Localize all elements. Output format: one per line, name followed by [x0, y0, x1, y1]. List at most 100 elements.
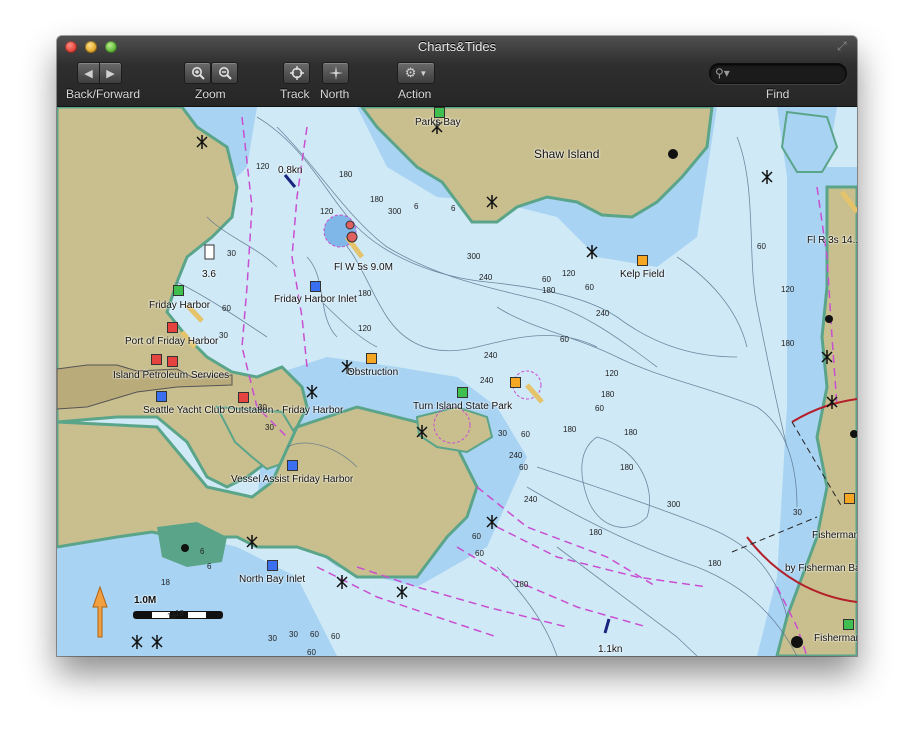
- zoom-out-icon: [218, 67, 232, 80]
- depth-sounding: 60: [472, 532, 481, 541]
- search-icon: ⚲▾: [715, 66, 730, 80]
- find-label: Find: [766, 87, 790, 101]
- label-friday-harbor: Friday Harbor: [149, 300, 211, 311]
- poi-marker-fuel[interactable]: [167, 356, 178, 367]
- scale-label: 1.0M: [134, 595, 157, 606]
- depth-sounding: 30: [219, 331, 228, 340]
- depth-sounding: 180: [620, 463, 634, 472]
- depth-sounding: 120: [562, 269, 576, 278]
- depth-sounding: 180: [370, 195, 384, 204]
- depth-sounding: 180: [542, 286, 556, 295]
- crosshair-icon: [289, 66, 304, 80]
- label-fisherman-2: Fisherman: [814, 633, 857, 644]
- depth-sounding: 180: [563, 425, 577, 434]
- poi-marker-fisherman[interactable]: [844, 493, 855, 504]
- poi-marker-orange-turn[interactable]: [510, 377, 521, 388]
- fullscreen-icon[interactable]: ⤢: [837, 39, 851, 53]
- chevron-down-icon: ▼: [419, 68, 428, 78]
- action-button[interactable]: ⚙ ▼: [397, 62, 435, 84]
- back-button[interactable]: ◀: [77, 62, 100, 84]
- depth-sounding: 30: [498, 429, 507, 438]
- depth-sounding: 300: [667, 500, 681, 509]
- depth-sounding: 6: [207, 562, 212, 571]
- depth-sounding: 300: [388, 207, 402, 216]
- depth-sounding: 60: [585, 283, 594, 292]
- depth-sounding: 180: [589, 528, 603, 537]
- label-parks-bay: Parks Bay: [415, 117, 461, 128]
- poi-marker-north-bay-inlet[interactable]: [267, 560, 278, 571]
- depth-sounding: 240: [509, 451, 523, 460]
- depth-sounding: 6: [414, 202, 419, 211]
- chart-canvas: [57, 107, 857, 656]
- depth-sounding: 60: [519, 463, 528, 472]
- depth-sounding: 6: [451, 204, 456, 213]
- label-current-1-1kn: 1.1kn: [598, 644, 623, 655]
- depth-sounding: 180: [358, 289, 372, 298]
- depth-sounding: 240: [484, 351, 498, 360]
- depth-sounding: 30: [227, 249, 236, 258]
- label-friday-harbor-inlet: Friday Harbor Inlet: [274, 294, 357, 305]
- poi-marker-friday-harbor-inlet[interactable]: [310, 281, 321, 292]
- zoom-label: Zoom: [195, 87, 226, 101]
- gear-icon: ⚙: [404, 65, 417, 80]
- depth-sounding: 60: [307, 648, 316, 656]
- label-north-bay-inlet: North Bay Inlet: [239, 574, 306, 585]
- depth-sounding: 60: [560, 335, 569, 344]
- north-label: North: [320, 87, 350, 101]
- poi-marker-fisherman-2[interactable]: [843, 619, 854, 630]
- poi-marker-island-petroleum[interactable]: [151, 354, 162, 365]
- depth-sounding: 30: [268, 634, 277, 643]
- depth-sounding: 180: [339, 170, 353, 179]
- label-current-0-8kn: 0.8kn: [278, 165, 303, 176]
- label-vessel-assist: Vessel Assist Friday Harbor: [231, 474, 354, 485]
- poi-marker-parks-bay[interactable]: [434, 107, 445, 118]
- depth-sounding: 240: [596, 309, 610, 318]
- zoom-in-icon: [191, 67, 205, 80]
- poi-marker-vessel-assist[interactable]: [287, 460, 298, 471]
- depth-sounding: 60: [595, 404, 604, 413]
- depth-sounding: 60: [222, 304, 231, 313]
- poi-marker-turn-island[interactable]: [457, 387, 468, 398]
- depth-sounding: 120: [605, 369, 619, 378]
- forward-button[interactable]: ▶: [99, 62, 122, 84]
- depth-sounding: 18: [167, 612, 176, 621]
- poi-marker-kelp-field[interactable]: [637, 255, 648, 266]
- north-button[interactable]: [322, 62, 349, 84]
- label-light-height: 3.6: [202, 269, 216, 280]
- depth-sounding: 18: [175, 609, 184, 618]
- poi-marker-obstruction[interactable]: [366, 353, 377, 364]
- depth-sounding: 120: [358, 324, 372, 333]
- search-input[interactable]: [732, 65, 844, 83]
- depth-sounding: 180: [515, 580, 529, 589]
- app-window: Charts&Tides ⤢ ◀ ▶ Back/Forward Zoom Tra…: [57, 36, 857, 656]
- nautical-chart[interactable]: Parks Bay Shaw Island Kelp Field Fl R 3s…: [57, 107, 857, 656]
- label-kelp-field: Kelp Field: [620, 269, 665, 280]
- back-forward-label: Back/Forward: [66, 87, 141, 101]
- depth-sounding: 30: [289, 630, 298, 639]
- find-search-field[interactable]: ⚲▾: [709, 63, 847, 84]
- poi-marker-port-of-friday-harbor[interactable]: [167, 322, 178, 333]
- depth-sounding: 240: [524, 495, 538, 504]
- depth-sounding: 60: [331, 632, 340, 641]
- poi-marker-friday-harbor[interactable]: [173, 285, 184, 296]
- depth-sounding: 180: [601, 390, 615, 399]
- depth-sounding: 120: [781, 285, 795, 294]
- zoom-out-button[interactable]: [211, 62, 238, 84]
- toolbar: Charts&Tides ⤢ ◀ ▶ Back/Forward Zoom Tra…: [57, 36, 857, 107]
- poi-marker-seattle-yacht-club[interactable]: [238, 392, 249, 403]
- depth-sounding: 60: [542, 275, 551, 284]
- poi-marker-blue-left[interactable]: [156, 391, 167, 402]
- depth-sounding: 120: [320, 207, 334, 216]
- track-label: Track: [280, 87, 310, 101]
- depth-sounding: 240: [479, 273, 493, 282]
- depth-sounding: 180: [624, 428, 638, 437]
- depth-sounding: 180: [708, 559, 722, 568]
- forward-arrow-icon: ▶: [106, 67, 115, 80]
- track-button[interactable]: [283, 62, 310, 84]
- zoom-in-button[interactable]: [184, 62, 211, 84]
- label-shaw-island: Shaw Island: [534, 147, 600, 161]
- depth-sounding: 60: [521, 430, 530, 439]
- depth-sounding: 30: [258, 403, 267, 412]
- compass-rose-icon: [328, 66, 343, 80]
- label-fl-r-light: Fl R 3s 14...: [807, 235, 857, 246]
